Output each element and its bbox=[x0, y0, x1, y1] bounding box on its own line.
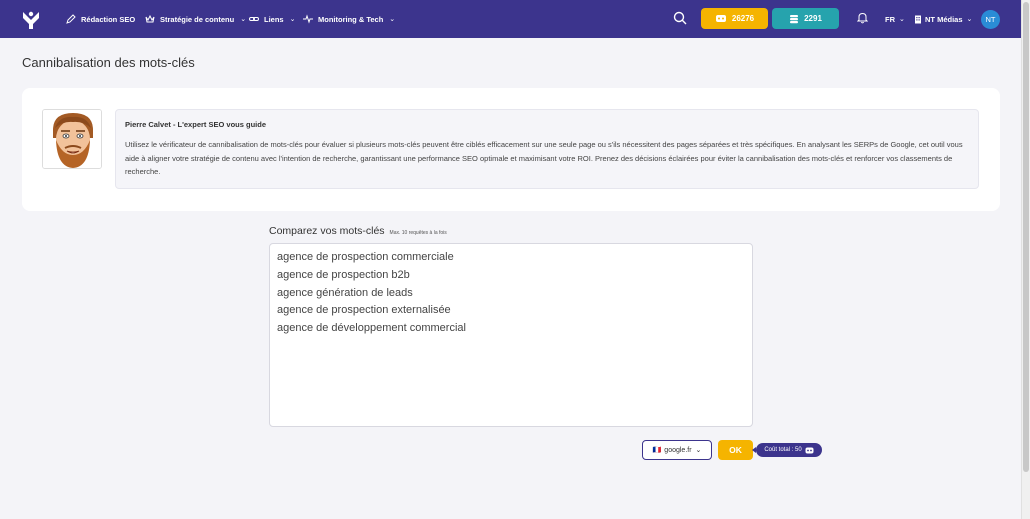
credits-gold-button[interactable]: 26276 bbox=[701, 8, 768, 29]
coins-icon bbox=[790, 14, 799, 23]
total-cost-badge: Coût total : 50 bbox=[752, 443, 822, 457]
nav-label: Rédaction SEO bbox=[81, 14, 136, 24]
nav-label: Liens bbox=[264, 14, 284, 24]
submit-ok-button[interactable]: OK bbox=[718, 440, 753, 460]
nav-monitoring-tech[interactable]: Monitoring & Tech ⌄ bbox=[303, 0, 395, 38]
chevron-down-icon: ⌄ bbox=[899, 16, 905, 23]
building-icon bbox=[915, 15, 921, 23]
link-icon bbox=[249, 17, 259, 21]
total-cost-label: Coût total : 50 bbox=[764, 447, 802, 453]
logo-icon[interactable] bbox=[20, 9, 42, 31]
expert-guide-box: Pierre Calvet - L'expert SEO vous guide … bbox=[115, 109, 979, 189]
top-navbar: Rédaction SEO Stratégie de contenu ⌄ Lie… bbox=[0, 0, 1021, 38]
expert-portrait-icon bbox=[43, 110, 101, 168]
page-scrollbar[interactable] bbox=[1021, 0, 1030, 519]
robot-icon bbox=[805, 447, 814, 453]
organization-selector[interactable]: NT Médias ⌄ bbox=[914, 0, 972, 38]
nav-redaction-seo[interactable]: Rédaction SEO bbox=[66, 0, 135, 38]
chevron-down-icon: ⌄ bbox=[695, 447, 702, 454]
france-flag-icon: 🇫🇷 bbox=[652, 447, 662, 454]
expert-avatar bbox=[42, 109, 102, 169]
pencil-icon bbox=[66, 14, 76, 24]
crown-icon bbox=[145, 14, 155, 23]
expert-description: Utilisez le vérificateur de cannibalisat… bbox=[125, 140, 963, 176]
expert-card: Pierre Calvet - L'expert SEO vous guide … bbox=[22, 88, 1000, 211]
scrollbar-thumb[interactable] bbox=[1023, 2, 1029, 472]
expert-name: Pierre Calvet - L'expert SEO vous guide bbox=[125, 120, 266, 129]
page-title: Cannibalisation des mots-clés bbox=[22, 55, 195, 70]
robot-icon bbox=[715, 15, 726, 22]
chevron-down-icon: ⌄ bbox=[389, 16, 396, 23]
language-selector[interactable]: FR ⌄ bbox=[885, 0, 905, 38]
chevron-down-icon: ⌄ bbox=[240, 16, 247, 23]
keywords-textarea[interactable]: agence de prospection commerciale agence… bbox=[269, 243, 753, 427]
search-icon[interactable] bbox=[673, 11, 687, 25]
chevron-down-icon: ⌄ bbox=[966, 16, 973, 23]
search-engine-label: google.fr bbox=[664, 446, 692, 454]
compare-hint: Max. 10 requêtes à la fois bbox=[389, 230, 447, 236]
chevron-down-icon: ⌄ bbox=[289, 16, 296, 23]
compare-label: Comparez vos mots-clés bbox=[269, 225, 385, 237]
user-avatar[interactable]: NT bbox=[981, 10, 1000, 29]
credits-teal-value: 2291 bbox=[804, 14, 822, 23]
organization-label: NT Médias bbox=[925, 14, 963, 24]
nav-label: Monitoring & Tech bbox=[318, 14, 384, 24]
pulse-icon bbox=[303, 14, 313, 24]
credits-gold-value: 26276 bbox=[731, 14, 755, 23]
nav-label: Stratégie de contenu bbox=[160, 14, 235, 24]
nav-strategie-contenu[interactable]: Stratégie de contenu ⌄ bbox=[145, 0, 246, 38]
search-engine-selector[interactable]: 🇫🇷 google.fr ⌄ bbox=[642, 440, 712, 460]
compare-heading: Comparez vos mots-clés Max. 10 requêtes … bbox=[269, 225, 447, 237]
credits-teal-button[interactable]: 2291 bbox=[772, 8, 839, 29]
language-label: FR bbox=[885, 14, 895, 24]
bell-icon[interactable] bbox=[857, 12, 868, 24]
nav-liens[interactable]: Liens ⌄ bbox=[249, 0, 295, 38]
